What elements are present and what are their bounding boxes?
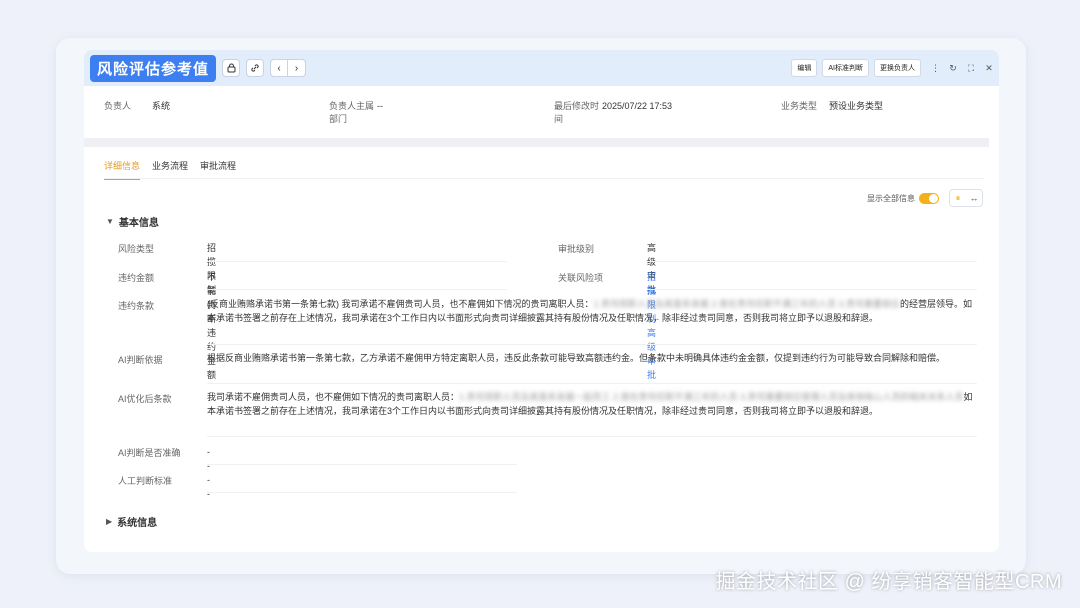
section-system-info[interactable]: ▶ 系统信息	[106, 514, 157, 529]
refresh-icon[interactable]: ↻	[949, 63, 957, 74]
lock-icon[interactable]	[222, 59, 241, 77]
link-icon[interactable]	[246, 59, 265, 77]
redacted-text: 1.贵司现职人员及其直系亲属一起员工 2.曾在贵司任职不满三年的人员 3.贵司重…	[459, 392, 964, 402]
chevron-right-icon[interactable]: ›	[288, 59, 307, 77]
tab-business-flow[interactable]: 业务流程	[152, 159, 188, 180]
show-all-label: 显示全部信息	[867, 194, 915, 203]
ai-standard-judge-button[interactable]: AI标准判断	[822, 59, 869, 77]
close-icon[interactable]: ✕	[985, 63, 993, 74]
change-owner-button[interactable]: 更换负责人	[874, 59, 921, 77]
chevron-left-icon[interactable]: ‹	[270, 59, 289, 77]
meta-owner: 负责人 系统	[104, 101, 171, 111]
tab-bar: 详细信息 业务流程 审批流程	[104, 159, 248, 180]
header-actions: 编辑 AI标准判断 更换负责人 ⋮ ↻ ⛶ ✕	[786, 59, 993, 77]
expand-icon[interactable]: ⛶	[967, 63, 975, 74]
watermark: 掘金技术社区 @ 纷享销客智能型CRM	[715, 571, 1062, 593]
edit-button[interactable]: 编辑	[791, 59, 818, 77]
tabs-divider	[104, 178, 984, 179]
meta-biztype: 业务类型 预设业务类型	[781, 101, 884, 111]
show-all-toggle[interactable]	[919, 193, 939, 204]
caret-down-icon: ▼	[106, 217, 114, 226]
related-risk-link[interactable]: 招揽限制-高级审批	[647, 270, 659, 382]
section-basic-info[interactable]: ▼ 基本信息	[106, 214, 159, 229]
meta-dept: 负责人主属部门 --	[329, 101, 383, 124]
columns-icon[interactable]: ⏸	[950, 190, 966, 206]
redacted-text: 1.贵司现职人员及其直系亲属 2.曾在贵司任职不满三年的人员 3.贵司重要岗位	[593, 299, 901, 309]
detail-header: 风险评估参考值 ‹ › 编辑 AI标准判断 更换负责人 ⋮ ↻ ⛶ ✕	[84, 50, 999, 86]
detail-content: 负责人 系统 负责人主属部门 -- 最后修改时间 2025/07/22 17:5…	[84, 86, 999, 552]
width-icon[interactable]: ↔	[966, 190, 982, 206]
meta-modified: 最后修改时间 2025/07/22 17:53	[554, 101, 673, 124]
more-icon[interactable]: ⋮	[931, 63, 940, 74]
record-nav: ‹ ›	[270, 59, 307, 77]
page-title: 风险评估参考值	[90, 54, 217, 82]
tab-approval-flow[interactable]: 审批流程	[200, 159, 236, 180]
caret-right-icon: ▶	[106, 517, 113, 526]
divider	[84, 138, 989, 147]
tab-details[interactable]: 详细信息	[104, 159, 141, 180]
show-all-toggle-group: 显示全部信息	[867, 193, 939, 204]
view-switch: ⏸ ↔	[949, 189, 983, 207]
